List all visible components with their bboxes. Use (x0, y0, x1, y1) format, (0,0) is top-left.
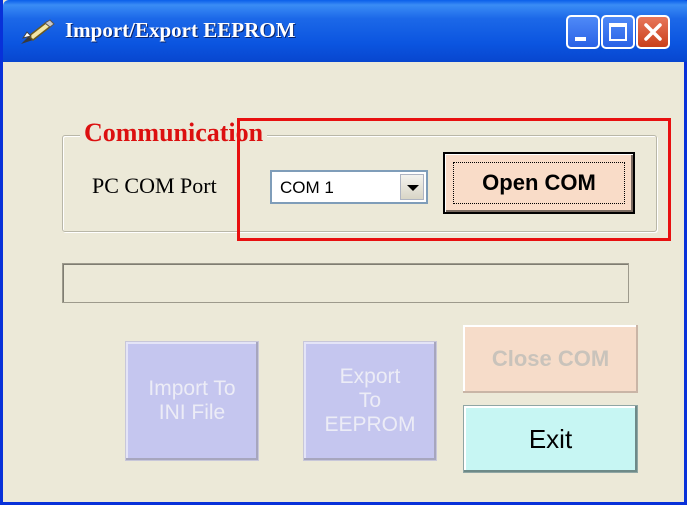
pen-icon (17, 18, 57, 48)
focus-ring (453, 162, 625, 204)
com-port-value: COM 1 (280, 178, 334, 197)
com-port-label: PC COM Port (92, 173, 217, 198)
com-port-select[interactable]: COM 1 (270, 170, 428, 204)
open-com-button[interactable]: Open COM (443, 152, 635, 214)
minimize-button[interactable] (566, 15, 600, 49)
exit-label: Exit (528, 423, 573, 454)
window-title: Import/Export EEPROM (65, 18, 296, 42)
communication-group-title: Communication (80, 118, 268, 148)
chevron-down-icon[interactable] (400, 174, 424, 200)
title-bar[interactable]: Import/Export EEPROM (3, 0, 687, 62)
close-com-label: Close COM (491, 346, 610, 371)
close-icon (644, 23, 662, 41)
import-to-ini-button[interactable]: Import To INI File (125, 341, 259, 461)
close-window-button[interactable] (636, 15, 670, 49)
exit-button[interactable]: Exit (463, 405, 638, 473)
close-com-button[interactable]: Close COM (463, 325, 638, 393)
progress-bar (62, 263, 629, 303)
maximize-button[interactable] (601, 15, 635, 49)
export-to-eeprom-button[interactable]: Export To EEPROM (303, 341, 437, 461)
